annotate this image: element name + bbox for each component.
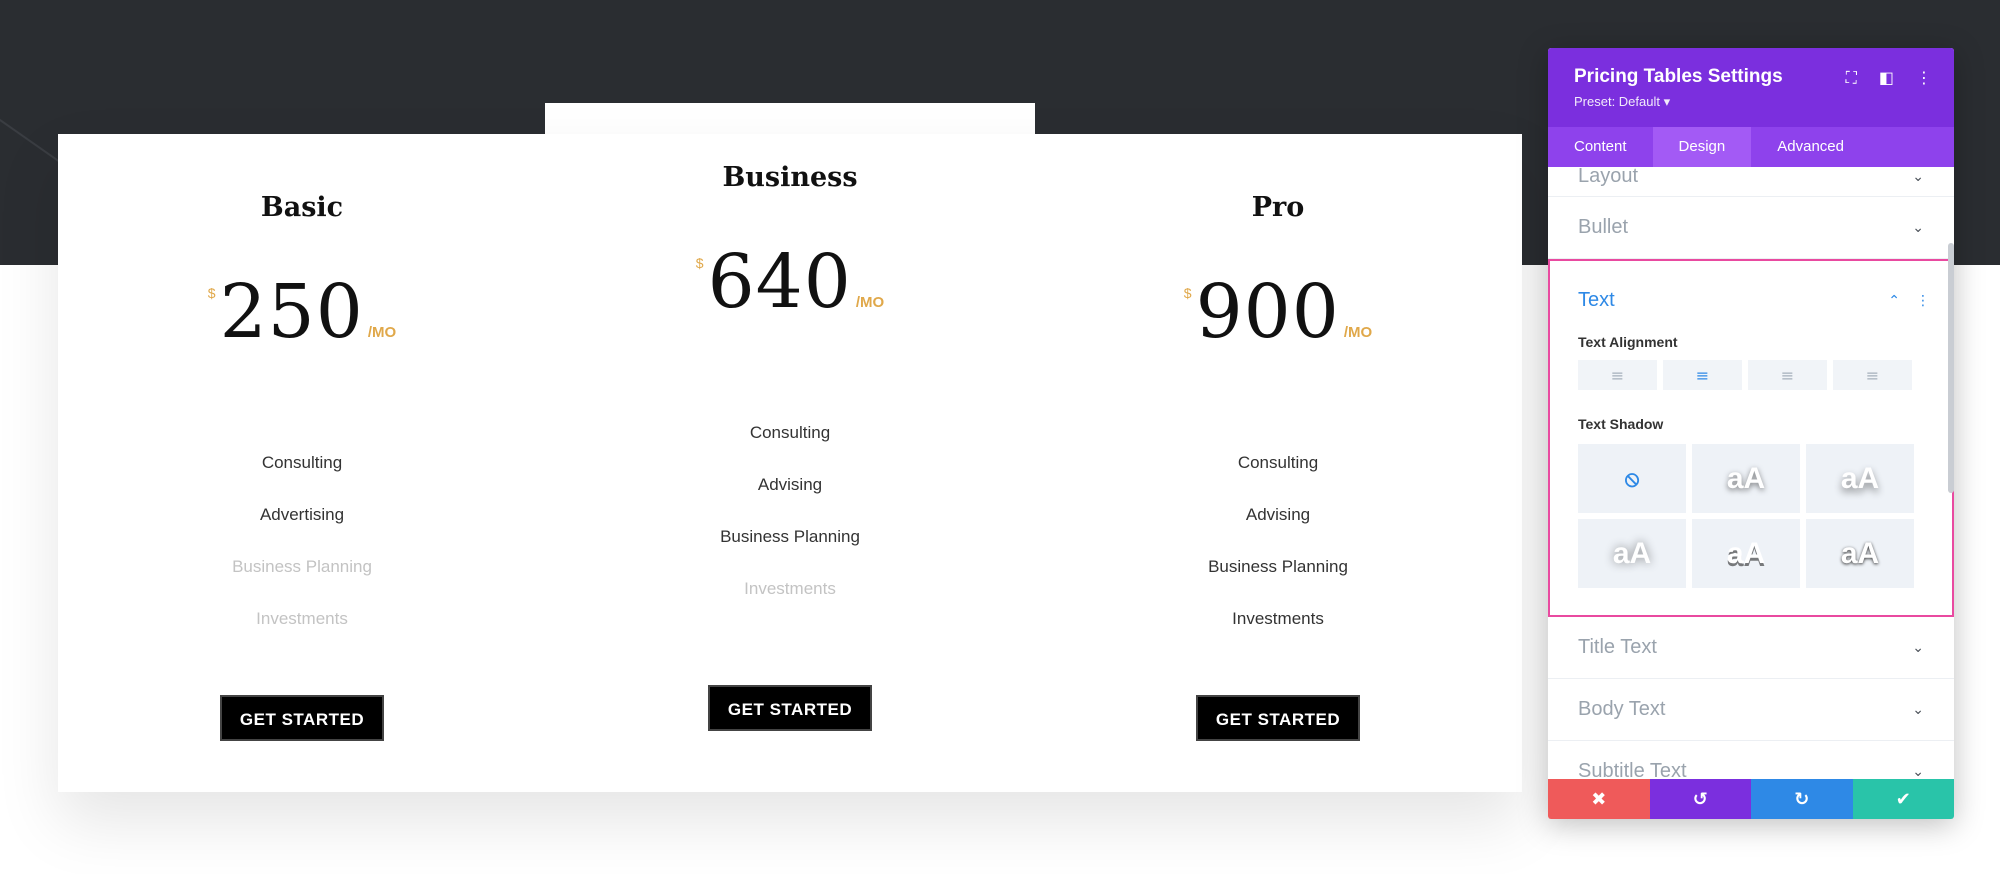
pricing-table-container: Basic $ 250 /MO Consulting Advertising B…	[58, 134, 1522, 792]
plan-price: $ 900 /MO	[1034, 275, 1522, 349]
align-left-button[interactable]: ≡	[1578, 360, 1657, 390]
section-body-text[interactable]: Body Text ⌄	[1548, 679, 1954, 741]
section-label: Title Text	[1578, 636, 1657, 658]
panel-header[interactable]: Pricing Tables Settings Preset: Default …	[1548, 48, 1954, 127]
chevron-down-icon: ⌄	[1912, 219, 1924, 236]
tab-design[interactable]: Design	[1652, 127, 1752, 167]
get-started-button[interactable]: GET STARTED	[707, 685, 873, 731]
redo-button[interactable]: ↻	[1751, 779, 1853, 819]
feature-list: Consulting Advising Business Planning In…	[1034, 437, 1522, 645]
section-title-text[interactable]: Title Text ⌄	[1548, 617, 1954, 679]
feature-list: Consulting Advertising Business Planning…	[58, 437, 546, 645]
shadow-preset-4[interactable]: aA	[1692, 519, 1800, 588]
panel-tabs: Content Design Advanced	[1548, 127, 1954, 167]
section-text-header[interactable]: Text ⌃ ⋮	[1578, 289, 1930, 312]
price-period: /MO	[1343, 324, 1373, 341]
feature-item-excluded: Investments	[256, 609, 348, 628]
fullscreen-icon[interactable]: ⛶	[1846, 68, 1857, 88]
price-amount: 900	[1195, 269, 1340, 355]
section-label: Subtitle Text	[1578, 760, 1687, 779]
no-shadow-icon: ⦸	[1624, 465, 1640, 491]
undo-button[interactable]: ↺	[1649, 779, 1751, 819]
section-label: Layout	[1578, 167, 1639, 187]
plan-title: Business	[722, 162, 858, 193]
currency-symbol: $	[1183, 285, 1192, 301]
get-started-button[interactable]: GET STARTED	[1195, 695, 1361, 741]
shadow-preset-1[interactable]: aA	[1692, 444, 1800, 513]
chevron-down-icon: ⌄	[1912, 701, 1924, 718]
field-label: Text Shadow	[1578, 416, 1664, 432]
panel-footer: ✖ ↺ ↻ ✔	[1548, 779, 1954, 819]
section-subtitle-text[interactable]: Subtitle Text ⌄	[1548, 741, 1954, 779]
currency-symbol: $	[695, 255, 704, 271]
field-label: Text Alignment	[1578, 334, 1678, 350]
chevron-down-icon: ⌄	[1912, 639, 1924, 656]
price-period: /MO	[855, 294, 885, 311]
discard-button[interactable]: ✖	[1548, 779, 1650, 819]
text-shadow-presets: ⦸ aA aA aA aA aA	[1578, 444, 1930, 588]
section-label: Bullet	[1578, 216, 1629, 238]
get-started-button[interactable]: GET STARTED	[219, 695, 385, 741]
redo-icon: ↻	[1794, 788, 1810, 810]
feature-item-excluded: Business Planning	[232, 557, 372, 576]
plan-title: Pro	[1251, 192, 1305, 223]
price-amount: 250	[219, 269, 364, 355]
align-justify-button[interactable]: ≡	[1833, 360, 1912, 390]
undo-icon: ↺	[1692, 788, 1708, 810]
tab-advanced[interactable]: Advanced	[1751, 127, 1870, 167]
chevron-down-icon: ⌄	[1912, 168, 1924, 185]
plan-price: $ 250 /MO	[58, 275, 546, 349]
featured-plan-raise	[545, 103, 1035, 135]
align-right-button[interactable]: ≡	[1748, 360, 1827, 390]
section-bullet[interactable]: Bullet ⌄	[1548, 197, 1954, 259]
shadow-preset-3[interactable]: aA	[1578, 519, 1686, 588]
feature-item: Advertising	[259, 505, 345, 524]
price-period: /MO	[367, 324, 397, 341]
currency-symbol: $	[207, 285, 216, 301]
feature-item: Consulting	[1237, 453, 1319, 472]
feature-list: Consulting Advising Business Planning In…	[546, 407, 1034, 615]
feature-item-excluded: Investments	[744, 579, 836, 598]
align-center-icon: ≡	[1695, 365, 1710, 385]
feature-item: Advising	[1245, 505, 1311, 524]
pricing-column-pro: Pro $ 900 /MO Consulting Advising Busine…	[1034, 192, 1522, 741]
feature-item: Business Planning	[720, 527, 860, 546]
align-left-icon: ≡	[1610, 365, 1625, 385]
save-button[interactable]: ✔	[1852, 779, 1954, 819]
panel-scroll-area[interactable]: Layout ⌄ Bullet ⌄ Text ⌃ ⋮ Text Alignmen…	[1548, 167, 1954, 779]
chevron-down-icon: ⌄	[1912, 763, 1924, 780]
check-icon: ✔	[1895, 788, 1911, 810]
preset-selector[interactable]: Preset: Default ▾	[1574, 94, 1928, 110]
feature-item: Advising	[757, 475, 823, 494]
pricing-column-business: Business $ 640 /MO Consulting Advising B…	[546, 162, 1034, 731]
more-options-icon[interactable]: ⋮	[1916, 68, 1932, 88]
panel-scrollbar[interactable]	[1948, 243, 1954, 493]
feature-item: Consulting	[749, 423, 831, 442]
shadow-preset-2[interactable]: aA	[1806, 444, 1914, 513]
section-label: Text	[1578, 289, 1615, 311]
section-text-expanded: Text ⌃ ⋮ Text Alignment ≡ ≡ ≡ ≡ Text Sha…	[1548, 259, 1954, 617]
pricing-column-basic: Basic $ 250 /MO Consulting Advertising B…	[58, 192, 546, 741]
feature-item: Investments	[1232, 609, 1324, 628]
close-icon: ✖	[1591, 788, 1607, 810]
chevron-up-icon[interactable]: ⌃	[1888, 293, 1900, 309]
sidebar-toggle-icon[interactable]: ◧	[1879, 68, 1894, 88]
price-amount: 640	[707, 239, 852, 325]
settings-panel: Pricing Tables Settings Preset: Default …	[1548, 48, 1954, 819]
align-center-button[interactable]: ≡	[1663, 360, 1742, 390]
align-justify-icon: ≡	[1865, 365, 1880, 385]
tab-content[interactable]: Content	[1548, 127, 1653, 167]
shadow-preset-none[interactable]: ⦸	[1578, 444, 1686, 513]
text-alignment-control: ≡ ≡ ≡ ≡	[1578, 360, 1930, 390]
plan-title: Basic	[260, 192, 344, 223]
section-label: Body Text	[1578, 698, 1666, 720]
more-options-icon[interactable]: ⋮	[1916, 293, 1930, 309]
feature-item: Business Planning	[1208, 557, 1348, 576]
plan-price: $ 640 /MO	[546, 245, 1034, 319]
section-layout[interactable]: Layout ⌄	[1548, 167, 1954, 197]
align-right-icon: ≡	[1780, 365, 1795, 385]
feature-item: Consulting	[261, 453, 343, 472]
shadow-preset-5[interactable]: aA	[1806, 519, 1914, 588]
